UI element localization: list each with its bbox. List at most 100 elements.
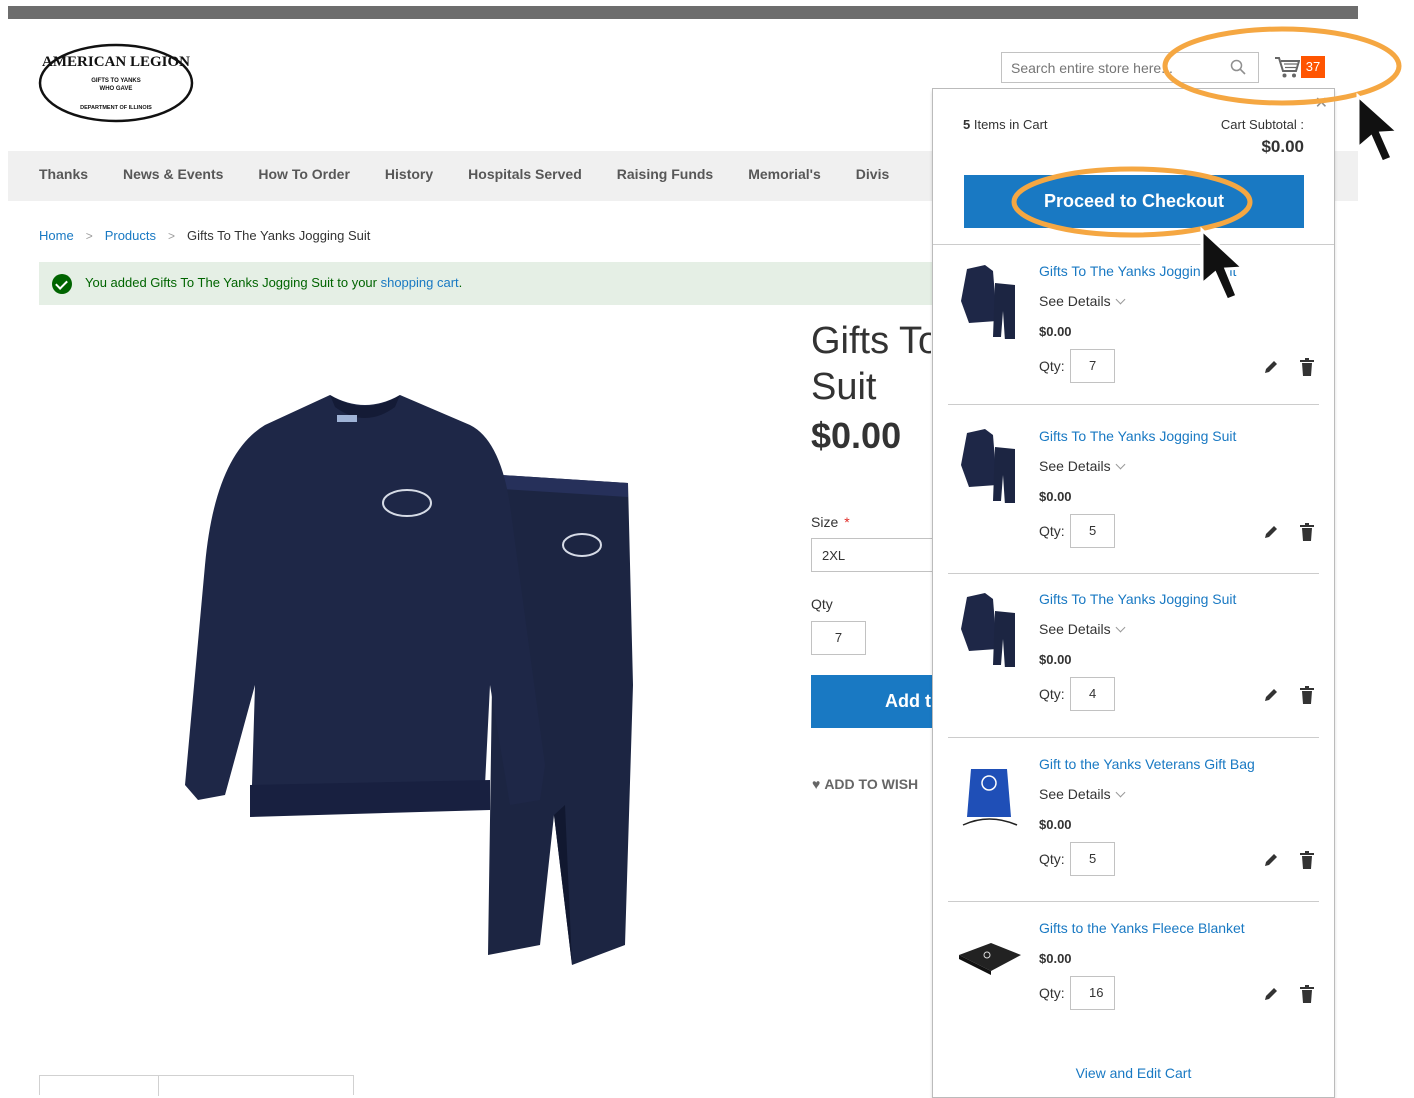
item-price: $0.00 <box>1039 951 1072 966</box>
see-details-label: See Details <box>1039 458 1111 474</box>
nav-item-memorials[interactable]: Memorial's <box>748 151 821 197</box>
item-price: $0.00 <box>1039 652 1072 667</box>
svg-text:AMERICAN LEGION: AMERICAN LEGION <box>42 54 190 70</box>
item-qty-label: Qty: <box>1039 686 1065 702</box>
nav-item-history[interactable]: History <box>385 151 433 197</box>
trash-icon[interactable] <box>1299 686 1315 704</box>
search-input[interactable] <box>1002 53 1231 82</box>
item-divider <box>948 573 1319 574</box>
minicart-items-list: Gifts To The Yanks Jogging Suit See Deta… <box>933 244 1334 1010</box>
message-text: You added Gifts To The Yanks Jogging Sui… <box>85 275 381 290</box>
message-period: . <box>458 275 463 290</box>
item-name-link[interactable]: Gifts to the Yanks Fleece Blanket <box>1039 920 1245 936</box>
size-label-text: Size <box>811 514 839 530</box>
trash-icon[interactable] <box>1299 523 1315 541</box>
minicart-dropdown: ✕ 5 Items in Cart Cart Subtotal : $0.00 … <box>932 88 1335 1098</box>
items-count-label: Items in Cart <box>970 117 1048 132</box>
search-icon[interactable] <box>1230 59 1246 75</box>
nav-item-raising-funds[interactable]: Raising Funds <box>617 151 713 197</box>
breadcrumb-separator: > <box>168 228 176 243</box>
item-qty-input[interactable]: 5 <box>1070 514 1115 548</box>
subtotal-label: Cart Subtotal : <box>1220 117 1304 132</box>
success-message: You added Gifts To The Yanks Jogging Sui… <box>39 262 969 305</box>
check-icon <box>52 274 72 294</box>
shopping-cart-link[interactable]: shopping cart <box>381 275 459 290</box>
see-details-toggle[interactable]: See Details <box>1039 458 1126 474</box>
item-divider <box>948 901 1319 902</box>
product-tabs[interactable] <box>39 1075 354 1096</box>
item-name-link[interactable]: Gifts To The Yanks Jogging Suit <box>1039 263 1236 279</box>
chevron-down-icon <box>1115 787 1126 798</box>
item-divider <box>948 737 1319 738</box>
chevron-down-icon <box>1115 294 1126 305</box>
see-details-toggle[interactable]: See Details <box>1039 293 1126 309</box>
size-select[interactable]: 2XL <box>811 538 941 572</box>
item-name-link[interactable]: Gifts To The Yanks Jogging Suit <box>1039 591 1236 607</box>
item-name-link[interactable]: Gift to the Yanks Veterans Gift Bag <box>1039 756 1255 772</box>
see-details-toggle[interactable]: See Details <box>1039 621 1126 637</box>
trash-icon[interactable] <box>1299 851 1315 869</box>
pencil-icon[interactable] <box>1263 986 1279 1002</box>
trash-icon[interactable] <box>1299 985 1315 1003</box>
nav-item-how-to-order[interactable]: How To Order <box>258 151 350 197</box>
item-qty-input[interactable]: 4 <box>1070 677 1115 711</box>
subtotal-amount: $0.00 <box>1261 137 1304 156</box>
product-title-line1: Gifts To <box>811 320 931 362</box>
item-thumbnail[interactable] <box>957 921 1021 999</box>
product-image[interactable] <box>170 385 650 975</box>
size-label: Size * <box>811 514 850 530</box>
search-box[interactable] <box>1001 52 1259 83</box>
breadcrumb-current: Gifts To The Yanks Jogging Suit <box>187 228 371 243</box>
see-details-label: See Details <box>1039 293 1111 309</box>
minicart-items-count: 5 Items in Cart <box>963 117 1048 132</box>
nav-item-divisions[interactable]: Divis <box>856 151 889 197</box>
item-qty-input[interactable]: 5 <box>1070 842 1115 876</box>
pencil-icon[interactable] <box>1263 687 1279 703</box>
pencil-icon[interactable] <box>1263 524 1279 540</box>
proceed-to-checkout-button[interactable]: Proceed to Checkout <box>964 175 1304 228</box>
item-thumbnail[interactable] <box>957 261 1021 339</box>
breadcrumb-products[interactable]: Products <box>105 228 156 243</box>
pencil-icon[interactable] <box>1263 359 1279 375</box>
required-marker: * <box>844 514 850 530</box>
product-price: $0.00 <box>811 415 902 456</box>
see-details-toggle[interactable]: See Details <box>1039 786 1126 802</box>
svg-text:DEPARTMENT OF ILLINOIS: DEPARTMENT OF ILLINOIS <box>80 105 152 111</box>
qty-input[interactable]: 7 <box>811 621 866 655</box>
item-thumbnail[interactable] <box>957 755 1021 833</box>
wishlist-label: ADD TO WISH <box>824 776 919 792</box>
trash-icon[interactable] <box>1299 358 1315 376</box>
nav-item-hospitals-served[interactable]: Hospitals Served <box>468 151 582 197</box>
cursor-arrow-icon <box>1356 92 1402 164</box>
close-icon[interactable]: ✕ <box>1315 93 1328 113</box>
nav-item-thanks[interactable]: Thanks <box>39 151 88 197</box>
cart-count-badge[interactable]: 37 <box>1301 56 1325 78</box>
view-and-edit-cart-link[interactable]: View and Edit Cart <box>933 1065 1334 1081</box>
item-name-link[interactable]: Gifts To The Yanks Jogging Suit <box>1039 428 1236 444</box>
item-thumbnail[interactable] <box>957 589 1021 667</box>
add-to-wishlist-link[interactable]: ♥ ADD TO WISH <box>812 776 932 792</box>
breadcrumb-separator: > <box>85 228 93 243</box>
chevron-down-icon <box>1115 622 1126 633</box>
qty-label: Qty <box>811 596 833 612</box>
item-qty-input[interactable]: 16 <box>1070 976 1115 1010</box>
store-logo[interactable]: AMERICAN LEGION GIFTS TO YANKS WHO GAVE … <box>37 40 195 124</box>
heart-icon: ♥ <box>812 776 821 792</box>
item-price: $0.00 <box>1039 324 1072 339</box>
product-title-line2: Suit <box>811 366 877 408</box>
add-to-cart-button[interactable]: Add t <box>811 675 941 728</box>
item-price: $0.00 <box>1039 489 1072 504</box>
nav-item-news-events[interactable]: News & Events <box>123 151 223 197</box>
item-qty-label: Qty: <box>1039 523 1065 539</box>
pencil-icon[interactable] <box>1263 852 1279 868</box>
see-details-label: See Details <box>1039 621 1111 637</box>
item-qty-input[interactable]: 7 <box>1070 349 1115 383</box>
item-qty-label: Qty: <box>1039 851 1065 867</box>
breadcrumb-home[interactable]: Home <box>39 228 74 243</box>
item-price: $0.00 <box>1039 817 1072 832</box>
item-qty-label: Qty: <box>1039 358 1065 374</box>
item-thumbnail[interactable] <box>957 425 1021 503</box>
cart-icon[interactable] <box>1274 55 1300 79</box>
see-details-label: See Details <box>1039 786 1111 802</box>
chevron-down-icon <box>1115 459 1126 470</box>
